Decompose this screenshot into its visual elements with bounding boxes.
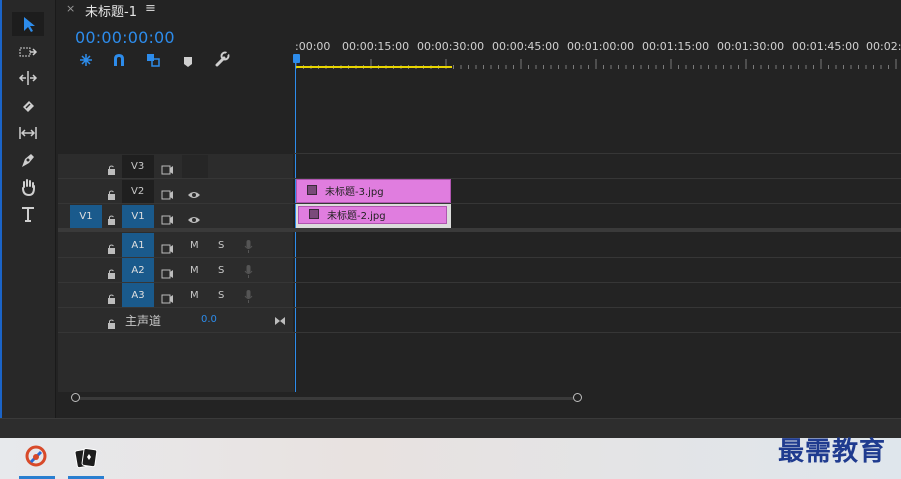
- status-bar: [0, 418, 901, 439]
- playhead-handle[interactable]: [293, 54, 300, 63]
- playhead-timecode[interactable]: 00:00:00:00: [75, 28, 175, 47]
- sync-lock-icon[interactable]: [161, 239, 174, 258]
- scrollbar-left-handle[interactable]: [71, 393, 80, 402]
- work-area-bar[interactable]: [296, 66, 452, 68]
- mute-button[interactable]: M: [190, 240, 199, 251]
- sync-lock-icon[interactable]: [161, 210, 174, 229]
- sync-lock-icon[interactable]: [161, 185, 174, 204]
- type-tool[interactable]: [12, 202, 44, 226]
- media-encoder-icon[interactable]: [24, 444, 50, 470]
- clip-v2[interactable]: 未标题-3.jpg: [296, 179, 451, 203]
- ruler-label: 00:01:15:00: [642, 40, 710, 53]
- lock-icon[interactable]: [107, 314, 116, 333]
- sequence-tab-title[interactable]: 未标题-1: [85, 1, 137, 20]
- lock-icon[interactable]: [107, 289, 116, 308]
- hand-tool[interactable]: [12, 175, 44, 199]
- solo-button[interactable]: S: [218, 265, 224, 276]
- tab-close-button[interactable]: ×: [66, 2, 75, 15]
- track-select-icon: [19, 47, 38, 57]
- master-volume-value[interactable]: 0.0: [201, 314, 217, 325]
- windows-taskbar: [0, 438, 901, 479]
- solo-button[interactable]: S: [218, 290, 224, 301]
- track-name-a2[interactable]: A2: [122, 258, 154, 282]
- type-icon: [22, 207, 34, 222]
- sequence-tab-bar: [56, 0, 901, 20]
- track-name-v1[interactable]: V1: [122, 205, 154, 228]
- lock-icon[interactable]: [107, 210, 116, 229]
- lock-icon[interactable]: [107, 185, 116, 204]
- panel-focus-edge: [0, 0, 2, 418]
- mute-button[interactable]: M: [190, 265, 199, 276]
- tab-menu-icon[interactable]: ≡: [145, 1, 156, 16]
- lock-icon[interactable]: [107, 239, 116, 258]
- eye-icon[interactable]: [187, 210, 201, 229]
- ripple-edit-icon: [18, 71, 38, 85]
- tools-panel: [0, 0, 56, 418]
- eye-icon[interactable]: [187, 185, 201, 204]
- track-header-empty: [58, 332, 294, 392]
- microphone-icon[interactable]: [244, 288, 253, 307]
- pen-tool[interactable]: [12, 148, 44, 172]
- microphone-icon[interactable]: [244, 263, 253, 282]
- add-marker-icon[interactable]: [183, 53, 193, 67]
- slip-icon: [19, 127, 37, 139]
- lock-icon[interactable]: [107, 264, 116, 283]
- ruler-label: 00:02:0: [866, 40, 901, 53]
- ruler-label: :00:00: [295, 40, 331, 53]
- linked-selection-icon[interactable]: [146, 52, 160, 67]
- ruler-label: 00:00:45:00: [492, 40, 560, 53]
- razor-icon: [23, 101, 34, 112]
- ruler-label: 00:01:45:00: [792, 40, 860, 53]
- wrench-settings-icon[interactable]: [214, 51, 230, 67]
- av-divider[interactable]: [58, 228, 901, 232]
- solo-button[interactable]: S: [218, 240, 224, 251]
- selection-tool[interactable]: [12, 12, 44, 36]
- track-headers: [58, 154, 293, 332]
- ripple-edit-tool[interactable]: [12, 66, 44, 90]
- scrollbar-right-handle[interactable]: [573, 393, 582, 402]
- sync-lock-icon[interactable]: [161, 264, 174, 283]
- slip-tool[interactable]: [12, 121, 44, 145]
- clip-name: 未标题-2.jpg: [327, 211, 386, 222]
- selection-arrow-icon: [24, 17, 35, 32]
- zoom-scrollbar[interactable]: [76, 397, 578, 400]
- image-clip-icon: [309, 209, 319, 219]
- track-select-tool[interactable]: [12, 40, 44, 64]
- ruler-label: 00:01:00:00: [567, 40, 635, 53]
- track-name-a1[interactable]: A1: [122, 233, 154, 257]
- bowtie-icon[interactable]: [274, 311, 286, 330]
- source-patch-v1[interactable]: V1: [70, 205, 102, 228]
- track-name-v2: V2: [131, 186, 145, 197]
- razor-tool[interactable]: [12, 94, 44, 118]
- sync-lock-icon[interactable]: [161, 289, 174, 308]
- master-track-name: 主声道: [125, 314, 162, 328]
- ruler-label: 00:01:30:00: [717, 40, 785, 53]
- track-name-a3[interactable]: A3: [122, 283, 154, 307]
- hand-icon: [22, 179, 35, 196]
- sync-lock-icon[interactable]: [161, 160, 174, 179]
- ruler-label: 00:00:15:00: [342, 40, 410, 53]
- pen-icon: [22, 154, 34, 167]
- image-clip-icon: [307, 185, 317, 195]
- microphone-icon[interactable]: [244, 238, 253, 257]
- lock-icon[interactable]: [107, 160, 116, 179]
- ruler-label: 00:00:30:00: [417, 40, 485, 53]
- clip-name: 未标题-3.jpg: [325, 187, 384, 198]
- watermark-text: 最需教育: [778, 437, 887, 467]
- clip-v1[interactable]: 未标题-2.jpg: [298, 206, 447, 224]
- card-game-icon[interactable]: [73, 446, 99, 470]
- track-name-v3: V3: [131, 161, 145, 172]
- mute-button[interactable]: M: [190, 290, 199, 301]
- nest-sequence-icon[interactable]: [79, 52, 93, 66]
- snap-icon[interactable]: [112, 52, 126, 66]
